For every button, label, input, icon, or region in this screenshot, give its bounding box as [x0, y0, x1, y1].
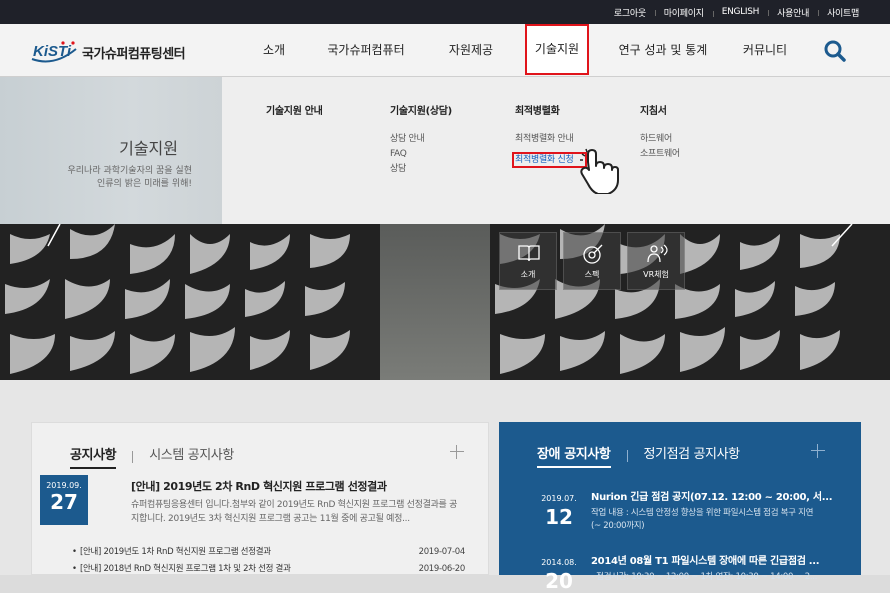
outage-item-title: 2014년 08월 T1 파일시스템 장애에 따른 긴급점검 ... [591, 556, 820, 567]
outage-item-desc: - 점검시간: 10:30 ~ 12:00 ~ 1차 연장: 10:30 ~ 1… [591, 572, 818, 582]
dropdown-col-title[interactable]: 최적병렬화 [515, 102, 587, 117]
dropdown-section-desc: 우리나라 과학기술자의 꿈을 실현 인류의 밝은 미래를 위해! [67, 165, 192, 191]
outage-tabs: 장애 공지사항 정기점검 공지사항 [537, 443, 740, 468]
dropdown-col-title[interactable]: 기술지원(상담) [390, 102, 452, 117]
book-icon [518, 245, 540, 262]
outage-date-day: 12 [545, 505, 573, 529]
notice-list: [안내] 2019년도 1차 RnD 혁신지원 프로그램 선정결과 2019-0… [72, 544, 465, 578]
notice-item-title: [안내] 2018년 RnD 혁신지원 프로그램 1차 및 2차 선정 결과 [80, 564, 291, 574]
featured-date-ym: 2019.09. [46, 481, 82, 490]
english-link[interactable]: ENGLISH [712, 7, 768, 17]
mypage-link[interactable]: 마이페이지 [654, 6, 713, 19]
tab-outage[interactable]: 장애 공지사항 [537, 443, 611, 468]
tab-system-notice[interactable]: 시스템 공지사항 [149, 444, 234, 469]
dropdown-col-manuals: 지침서 하드웨어 소프트웨어 [640, 102, 680, 162]
quick-link-label: 스펙 [584, 270, 600, 279]
outage-date-ym: 2014.08. [541, 558, 577, 567]
sitemap-link[interactable]: 사이트맵 [818, 6, 868, 19]
dropdown-col-consult: 기술지원(상담) 상담 안내 FAQ 상담 [390, 102, 452, 177]
plus-icon[interactable] [811, 444, 825, 458]
target-icon [583, 244, 603, 264]
dropdown-col-title[interactable]: 지침서 [640, 102, 680, 117]
site-logo[interactable]: KiSTi 국가슈퍼컴퓨팅센터 [30, 39, 186, 65]
nav-tech-support[interactable]: 기술지원 [525, 24, 589, 75]
tab-maintenance[interactable]: 정기점검 공지사항 [644, 443, 741, 468]
list-item[interactable]: [안내] 2019년도 1차 RnD 혁신지원 프로그램 선정결과 2019-0… [72, 544, 465, 561]
dropdown-item-software[interactable]: 소프트웨어 [640, 147, 680, 162]
hero-next-arrow[interactable] [828, 224, 858, 248]
list-item[interactable]: [안내] 2018년 RnD 혁신지원 프로그램 1차 및 2차 선정 결과 2… [72, 561, 465, 578]
nav-intro[interactable]: 소개 [245, 24, 303, 77]
quick-link-intro[interactable]: 소개 [499, 232, 557, 290]
utility-nav: 로그아웃 마이페이지 ENGLISH 사용안내 사이트맵 [605, 0, 868, 24]
guide-link[interactable]: 사용안내 [768, 6, 818, 19]
hero-banner: 소개 스펙 VR체험 [0, 224, 890, 380]
section-desc-line1: 우리나라 과학기술자의 꿈을 실현 [67, 166, 192, 176]
dropdown-item-parallel-guide[interactable]: 최적병렬화 안내 [515, 132, 587, 147]
featured-notice-desc[interactable]: 슈퍼컴퓨팅응용센터 입니다.첨부와 같이 2019년도 RnD 혁신지원 프로그… [131, 498, 461, 526]
vr-user-icon [647, 244, 668, 263]
nav-community[interactable]: 커뮤니티 [733, 24, 797, 77]
notice-item-date: 2019-07-04 [418, 547, 466, 557]
quick-link-label: VR체험 [643, 270, 669, 279]
quick-link-label: 소개 [520, 270, 536, 279]
dropdown-item-consult[interactable]: 상담 [390, 162, 452, 177]
main-nav: 소개 국가슈퍼컴퓨터 자원제공 기술지원 연구 성과 및 통계 커뮤니티 [245, 24, 797, 77]
main-content: 공지사항 시스템 공지사항 2019.09. 27 [안내] 2019년도 2차… [0, 380, 890, 593]
outage-board: 장애 공지사항 정기점검 공지사항 2019.07. 12 Nurion 긴급 … [499, 422, 861, 593]
outage-date-ym: 2019.07. [541, 494, 577, 503]
dropdown-col-title[interactable]: 기술지원 안내 [266, 102, 323, 117]
utility-bar: 로그아웃 마이페이지 ENGLISH 사용안내 사이트맵 [0, 0, 890, 24]
search-button[interactable] [823, 39, 847, 63]
chevron-right-icon [831, 224, 853, 247]
notice-item-title: [안내] 2019년도 1차 RnD 혁신지원 프로그램 선정결과 [80, 547, 271, 557]
logo-name: 국가슈퍼컴퓨팅센터 [82, 46, 186, 62]
outage-item-title: Nurion 긴급 점검 공지(07.12. 12:00 ~ 20:00, 서.… [591, 492, 833, 503]
dropdown-col-guide: 기술지원 안내 [266, 102, 323, 132]
hero-aisle-floor [380, 224, 490, 380]
outage-item-desc: 작업 내용 : 시스템 안정성 향상을 위한 파일시스템 점검 복구 지연(~ … [591, 508, 814, 531]
search-icon [824, 40, 846, 62]
dropdown-item-consult-guide[interactable]: 상담 안내 [390, 132, 452, 147]
pointer-hand-icon [580, 148, 620, 195]
nav-supercomputer[interactable]: 국가슈퍼컴퓨터 [313, 24, 419, 77]
featured-date-day: 27 [50, 490, 78, 514]
logout-link[interactable]: 로그아웃 [605, 6, 655, 19]
featured-date-badge: 2019.09. 27 [40, 475, 88, 525]
dropdown-item-parallel-apply[interactable]: 최적병렬화 신청 [512, 152, 588, 168]
tab-notice[interactable]: 공지사항 [70, 444, 117, 469]
dropdown-col-parallel: 최적병렬화 최적병렬화 안내 최적병렬화 신청 [512, 102, 588, 168]
logo-mark-text: KiSTi [33, 43, 72, 60]
quick-link-spec[interactable]: 스펙 [563, 232, 621, 290]
mega-dropdown: 기술지원 우리나라 과학기술자의 꿈을 실현 인류의 밝은 미래를 위해! 기술… [0, 77, 890, 224]
nav-research[interactable]: 연구 성과 및 통계 [611, 24, 715, 77]
section-desc-line2: 인류의 밝은 미래를 위해! [97, 179, 192, 189]
notice-tabs: 공지사항 시스템 공지사항 [70, 444, 234, 469]
nav-resources[interactable]: 자원제공 [431, 24, 511, 77]
tab-divider [626, 449, 628, 462]
site-header: KiSTi 국가슈퍼컴퓨팅센터 소개 국가슈퍼컴퓨터 자원제공 기술지원 연구 … [0, 24, 890, 77]
outage-date-day: 20 [545, 569, 573, 593]
dropdown-item-hardware[interactable]: 하드웨어 [640, 132, 680, 147]
dropdown-section-banner: 기술지원 우리나라 과학기술자의 꿈을 실현 인류의 밝은 미래를 위해! [0, 77, 222, 224]
featured-notice-title[interactable]: [안내] 2019년도 2차 RnD 혁신지원 프로그램 선정결과 [131, 478, 387, 494]
kisti-logo-mark: KiSTi [30, 39, 78, 65]
hero-prev-arrow[interactable] [34, 224, 64, 248]
notice-item-date: 2019-06-20 [418, 564, 466, 574]
tab-divider [132, 450, 134, 463]
plus-icon[interactable] [450, 445, 464, 459]
quick-link-vr[interactable]: VR체험 [627, 232, 685, 290]
dropdown-section-title: 기술지원 [119, 139, 178, 158]
dropdown-item-faq[interactable]: FAQ [390, 147, 452, 162]
chevron-left-icon [47, 224, 61, 247]
